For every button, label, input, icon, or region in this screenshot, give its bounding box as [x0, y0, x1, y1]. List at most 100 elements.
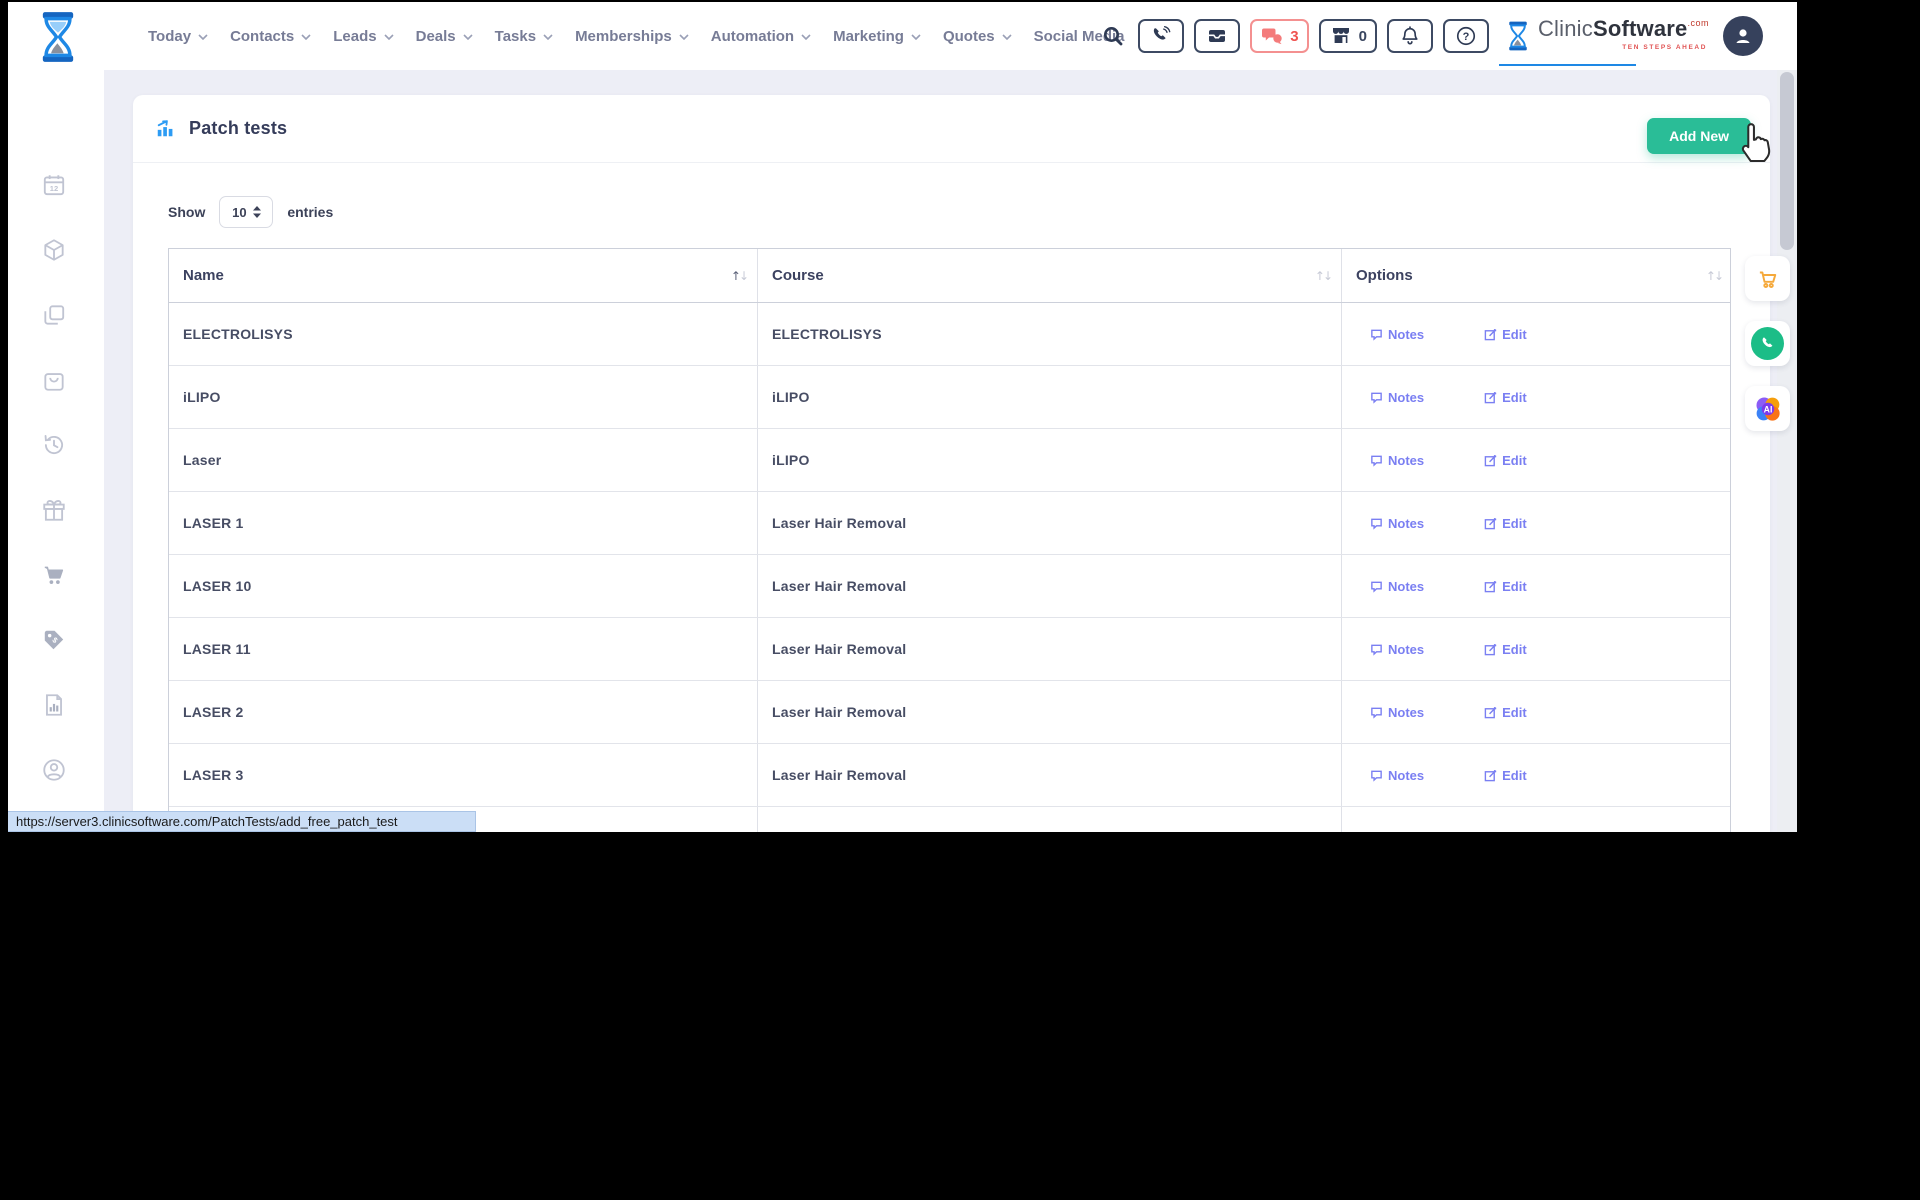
nav-marketing[interactable]: Marketing	[833, 28, 921, 45]
calendar-icon: 12	[41, 172, 67, 198]
app-logo[interactable]	[32, 8, 84, 66]
cell-name: LASER 1	[183, 515, 244, 531]
edit-link[interactable]: Edit	[1484, 327, 1527, 342]
nav-automation[interactable]: Automation	[711, 28, 811, 45]
scrollbar-thumb[interactable]	[1780, 72, 1794, 250]
sidebar-item-gift[interactable]	[40, 496, 68, 524]
help-button[interactable]: ?	[1443, 19, 1489, 53]
chat-bubbles-icon	[1260, 24, 1284, 48]
edit-link[interactable]: Edit	[1484, 579, 1527, 594]
edit-link[interactable]: Edit	[1484, 768, 1527, 783]
table-row: LASER 3 Laser Hair Removal Notes Edit	[169, 744, 1730, 807]
notifications-button[interactable]	[1387, 19, 1433, 53]
chevron-down-icon	[384, 34, 394, 40]
edit-link[interactable]: Edit	[1484, 705, 1527, 720]
nav-memberships[interactable]: Memberships	[575, 28, 689, 45]
chevron-down-icon	[679, 34, 689, 40]
show-label: Show	[168, 204, 205, 220]
edit-link[interactable]: Edit	[1484, 516, 1527, 531]
column-header-name[interactable]: Name ↑↓	[169, 249, 758, 302]
notes-link[interactable]: Notes	[1370, 768, 1424, 783]
edit-icon	[1484, 391, 1497, 404]
table-row: LASER 2 Laser Hair Removal Notes Edit	[169, 681, 1730, 744]
nav-tasks[interactable]: Tasks	[495, 28, 553, 45]
card-header: Patch tests Add New	[133, 95, 1770, 163]
note-icon	[1370, 517, 1383, 530]
topbar: Today Contacts Leads Deals Tasks Members…	[8, 2, 1797, 70]
edit-link[interactable]: Edit	[1484, 390, 1527, 405]
svg-text:12: 12	[50, 184, 58, 193]
nav-label: Contacts	[230, 28, 294, 45]
nav-label: Marketing	[833, 28, 904, 45]
sidebar-item-shopping-bag[interactable]	[40, 366, 68, 394]
table-row: ELECTROLISYS ELECTROLISYS Notes Edit	[169, 303, 1730, 366]
sidebar-item-cart[interactable]	[40, 561, 68, 589]
gift-icon	[41, 497, 67, 523]
whatsapp-floating-button[interactable]	[1745, 321, 1790, 366]
notes-link[interactable]: Notes	[1370, 579, 1424, 594]
patch-tests-card: Patch tests Add New Show 10 entries Name…	[133, 95, 1770, 832]
edit-icon	[1484, 769, 1497, 782]
hourglass-icon	[32, 8, 84, 66]
store-icon	[1329, 24, 1353, 48]
cell-course: iLIPO	[772, 389, 810, 405]
sort-icon: ↑↓	[1315, 269, 1331, 283]
store-button[interactable]: 0	[1319, 19, 1377, 53]
nav-quotes[interactable]: Quotes	[943, 28, 1012, 45]
notes-link[interactable]: Notes	[1370, 705, 1424, 720]
edit-link[interactable]: Edit	[1484, 642, 1527, 657]
cart-orange-icon	[1755, 266, 1781, 292]
svg-text:?: ?	[1463, 31, 1470, 43]
sidebar-item-price-tag[interactable]: $	[40, 626, 68, 654]
cell-name: ELECTROLISYS	[183, 326, 293, 342]
store-count-badge: 0	[1359, 28, 1367, 45]
sidebar: 12 $	[8, 70, 104, 832]
brand-tagline: TEN STEPS AHEAD	[1622, 44, 1707, 51]
nav-contacts[interactable]: Contacts	[230, 28, 311, 45]
page-scrollbar[interactable]	[1777, 70, 1797, 832]
note-icon	[1370, 769, 1383, 782]
cart-floating-button[interactable]	[1745, 256, 1790, 301]
brand-logo-lockup[interactable]: ClinicSoftware.com TEN STEPS AHEAD	[1499, 18, 1713, 54]
notes-link[interactable]: Notes	[1370, 390, 1424, 405]
sidebar-item-copy[interactable]	[40, 301, 68, 329]
status-url: https://server3.clinicsoftware.com/Patch…	[16, 814, 398, 829]
inbox-button[interactable]	[1194, 19, 1240, 53]
notes-link[interactable]: Notes	[1370, 453, 1424, 468]
cell-name: Laser	[183, 452, 221, 468]
nav-today[interactable]: Today	[148, 28, 208, 45]
sidebar-item-report[interactable]	[40, 691, 68, 719]
sidebar-item-user[interactable]	[40, 756, 68, 784]
nav-leads[interactable]: Leads	[333, 28, 393, 45]
sidebar-item-package[interactable]	[40, 236, 68, 264]
page-size-select[interactable]: 10	[219, 196, 273, 228]
cell-course: Laser Hair Removal	[772, 578, 906, 594]
sort-icon: ↑↓	[1706, 269, 1722, 283]
note-icon	[1370, 580, 1383, 593]
nav-deals[interactable]: Deals	[416, 28, 473, 45]
column-header-options[interactable]: Options ↑↓	[1342, 249, 1731, 302]
sidebar-item-history[interactable]	[40, 431, 68, 459]
entries-label: entries	[287, 204, 333, 220]
notes-link[interactable]: Notes	[1370, 327, 1424, 342]
link-preview-statusbar: https://server3.clinicsoftware.com/Patch…	[8, 811, 476, 832]
search-button[interactable]	[1098, 19, 1128, 53]
help-icon: ?	[1455, 25, 1477, 47]
notes-link[interactable]: Notes	[1370, 642, 1424, 657]
edit-link[interactable]: Edit	[1484, 453, 1527, 468]
cell-course: ELECTROLISYS	[772, 326, 882, 342]
column-header-course[interactable]: Course ↑↓	[758, 249, 1342, 302]
chat-button[interactable]: 3	[1250, 19, 1308, 53]
edit-icon	[1484, 454, 1497, 467]
cart-icon	[41, 562, 67, 588]
bell-icon	[1399, 25, 1421, 47]
cell-course: Laser Hair Removal	[772, 515, 906, 531]
add-new-button[interactable]: Add New	[1647, 118, 1751, 154]
sidebar-item-calendar[interactable]: 12	[40, 171, 68, 199]
notes-link[interactable]: Notes	[1370, 516, 1424, 531]
price-tag-icon: $	[41, 627, 67, 653]
user-avatar[interactable]	[1723, 16, 1763, 56]
ai-floating-button[interactable]: AI	[1745, 386, 1790, 431]
note-icon	[1370, 391, 1383, 404]
phone-button[interactable]	[1138, 19, 1184, 53]
